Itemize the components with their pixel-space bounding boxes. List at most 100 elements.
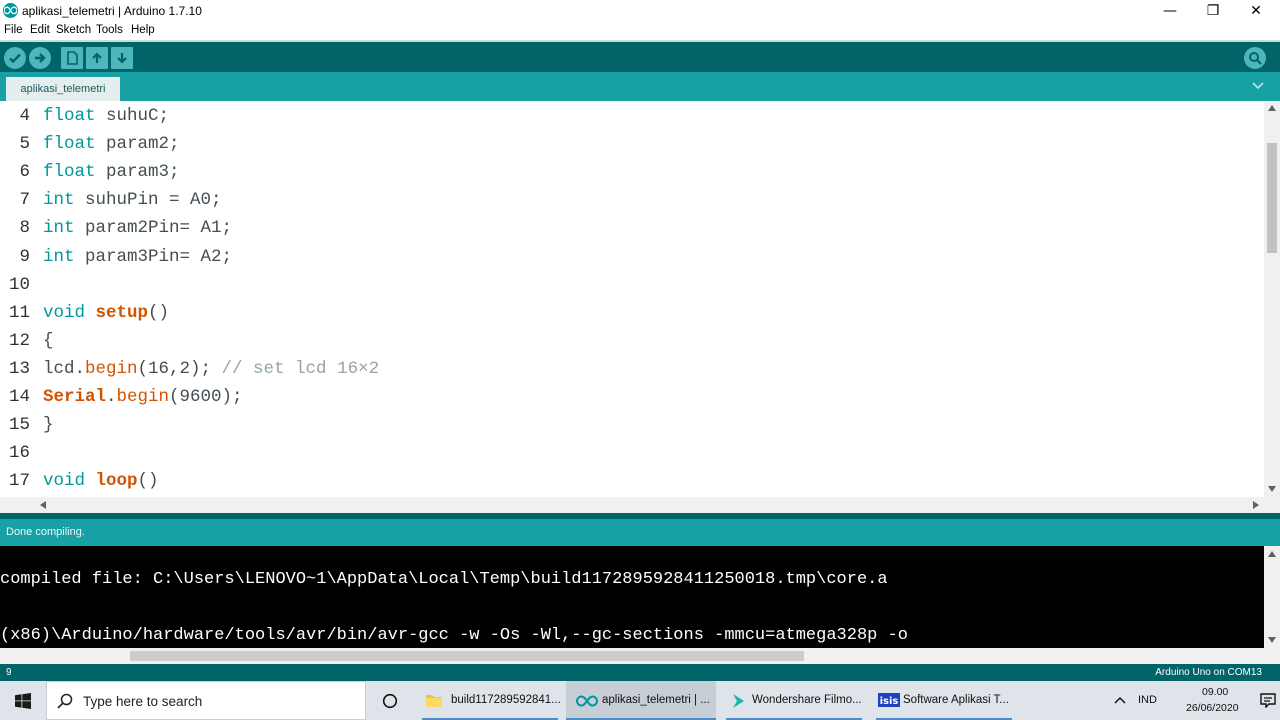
code-text: float suhuC; xyxy=(43,102,169,130)
taskbar-item-build-folder[interactable]: build117289592841... xyxy=(418,681,562,720)
show-hidden-icons-chevron-up-icon[interactable] xyxy=(1114,696,1126,704)
arduino-icon xyxy=(576,695,598,707)
scroll-left-icon[interactable] xyxy=(40,501,46,509)
start-button[interactable] xyxy=(0,681,46,720)
code-token: lcd. xyxy=(43,358,86,379)
clock-date[interactable]: 26/06/2020 xyxy=(1186,702,1239,714)
code-token: int xyxy=(43,190,75,211)
code-token: begin xyxy=(85,358,138,379)
taskbar-item-label: Software Aplikasi T... xyxy=(903,694,1009,706)
code-line[interactable]: 11 void setup() xyxy=(0,299,1264,327)
code-line[interactable]: 13 lcd.begin(16,2); // set lcd 16×2 xyxy=(0,355,1264,383)
code-line[interactable]: 14 Serial.begin(9600); xyxy=(0,383,1264,411)
editor-vertical-scroll-thumb[interactable] xyxy=(1267,143,1277,253)
console-horizontal-scroll-thumb[interactable] xyxy=(130,651,804,661)
code-token: int xyxy=(43,218,75,239)
open-icon xyxy=(92,52,102,63)
code-token: begin xyxy=(116,387,170,407)
code-line[interactable]: 17 void loop() xyxy=(0,467,1264,495)
code-line[interactable]: 9 int param3Pin= A2; xyxy=(0,243,1264,271)
console-line: (x86)\Arduino/hardware/tools/avr/bin/avr… xyxy=(0,626,908,645)
taskbar-item-label: aplikasi_telemetri | ... xyxy=(602,694,710,706)
minimize-button[interactable]: — xyxy=(1148,0,1192,22)
editor-horizontal-scrollbar[interactable] xyxy=(0,497,1280,513)
code-line[interactable]: 16 xyxy=(0,439,1264,467)
code-line[interactable]: 10 xyxy=(0,271,1264,299)
console-vertical-scrollbar[interactable] xyxy=(1264,546,1280,648)
title-bar: aplikasi_telemetri | Arduino 1.7.10 — ❐ … xyxy=(0,0,1280,22)
system-tray: IND 09.00 26/06/2020 xyxy=(1100,681,1280,720)
code-line[interactable]: 5 float param2; xyxy=(0,130,1264,158)
menu-edit[interactable]: Edit xyxy=(30,24,50,36)
code-text: int param3Pin= A2; xyxy=(43,243,232,271)
code-text: Serial.begin(9600); xyxy=(43,383,243,411)
task-view-button[interactable] xyxy=(370,681,410,720)
tab-menu-chevron-down-icon[interactable] xyxy=(1252,82,1264,90)
line-number: 7 xyxy=(19,190,30,211)
serial-monitor-button[interactable] xyxy=(1244,47,1266,69)
code-editor[interactable]: 4 float suhuC; 5 float param2; 6 float param3… xyxy=(0,101,1264,497)
code-line[interactable]: 7 int suhuPin = A0; xyxy=(0,186,1264,214)
save-button[interactable] xyxy=(111,47,133,69)
code-token: (16,2); xyxy=(137,358,222,379)
line-number: 17 xyxy=(8,471,30,492)
new-button[interactable] xyxy=(61,47,83,69)
console-scroll-up-icon[interactable] xyxy=(1268,551,1276,557)
menu-help[interactable]: Help xyxy=(131,24,155,36)
scroll-up-icon[interactable] xyxy=(1268,105,1276,111)
clock-time[interactable]: 09.00 xyxy=(1202,686,1228,698)
windows-logo-icon xyxy=(15,692,31,709)
code-token: suhuC; xyxy=(95,106,170,126)
window-title: aplikasi_telemetri | Arduino 1.7.10 xyxy=(22,4,202,18)
code-token: float xyxy=(43,106,96,126)
restore-button[interactable]: ❐ xyxy=(1191,0,1235,22)
open-button[interactable] xyxy=(86,47,108,69)
taskbar-item-proteus[interactable]: isis Software Aplikasi T... xyxy=(872,681,1016,720)
code-line[interactable]: 12 { xyxy=(0,327,1264,355)
line-number: 12 xyxy=(8,330,30,351)
editor-vertical-scrollbar[interactable] xyxy=(1264,101,1280,497)
menu-sketch[interactable]: Sketch xyxy=(56,24,91,36)
code-text: void loop() xyxy=(43,467,159,495)
verify-icon xyxy=(9,53,21,64)
code-token: int xyxy=(43,246,75,267)
code-line[interactable]: 4 float suhuC; xyxy=(0,102,1264,130)
search-icon xyxy=(57,693,73,709)
notifications-icon[interactable] xyxy=(1260,693,1276,708)
scroll-down-icon[interactable] xyxy=(1268,486,1276,492)
folder-icon xyxy=(426,695,442,707)
code-token: { xyxy=(43,330,54,351)
console-scroll-down-icon[interactable] xyxy=(1268,637,1276,643)
verify-button[interactable] xyxy=(4,47,26,69)
code-line[interactable]: 15} xyxy=(0,411,1264,439)
taskbar-search-box[interactable]: Type here to search xyxy=(46,681,366,720)
close-button[interactable]: ✕ xyxy=(1234,0,1278,22)
taskbar-item-filmora[interactable]: Wondershare Filmo... xyxy=(722,681,866,720)
status-message: Done compiling. xyxy=(6,526,85,538)
tab-aplikasi-telemetri[interactable]: aplikasi_telemetri xyxy=(6,77,120,101)
code-token: () xyxy=(137,471,159,492)
taskbar-item-label: build117289592841... xyxy=(451,694,561,706)
code-token: void xyxy=(43,471,86,492)
code-token: Serial xyxy=(43,387,107,407)
code-token: () xyxy=(148,302,170,323)
toolbar xyxy=(0,40,1280,72)
svg-text:isis: isis xyxy=(880,696,899,707)
upload-button[interactable] xyxy=(29,47,51,69)
console-output[interactable]: compiled file: C:\Users\LENOVO~1\AppData… xyxy=(0,546,1264,648)
code-line[interactable]: 6 float param3; xyxy=(0,158,1264,186)
scroll-right-icon[interactable] xyxy=(1253,501,1259,509)
status-bar: Done compiling. xyxy=(0,513,1280,546)
console-horizontal-scrollbar[interactable] xyxy=(0,648,1280,664)
input-language[interactable]: IND xyxy=(1138,694,1157,706)
line-number: 6 xyxy=(19,162,30,183)
code-token: } xyxy=(43,415,54,436)
code-token: . xyxy=(106,387,117,407)
taskbar-item-arduino[interactable]: aplikasi_telemetri | ... xyxy=(566,681,716,720)
menu-tools[interactable]: Tools xyxy=(96,24,123,36)
menu-file[interactable]: File xyxy=(4,24,23,36)
taskbar: Type here to search build117289592841...… xyxy=(0,681,1280,720)
code-line[interactable]: 8 int param2Pin= A1; xyxy=(0,214,1264,242)
